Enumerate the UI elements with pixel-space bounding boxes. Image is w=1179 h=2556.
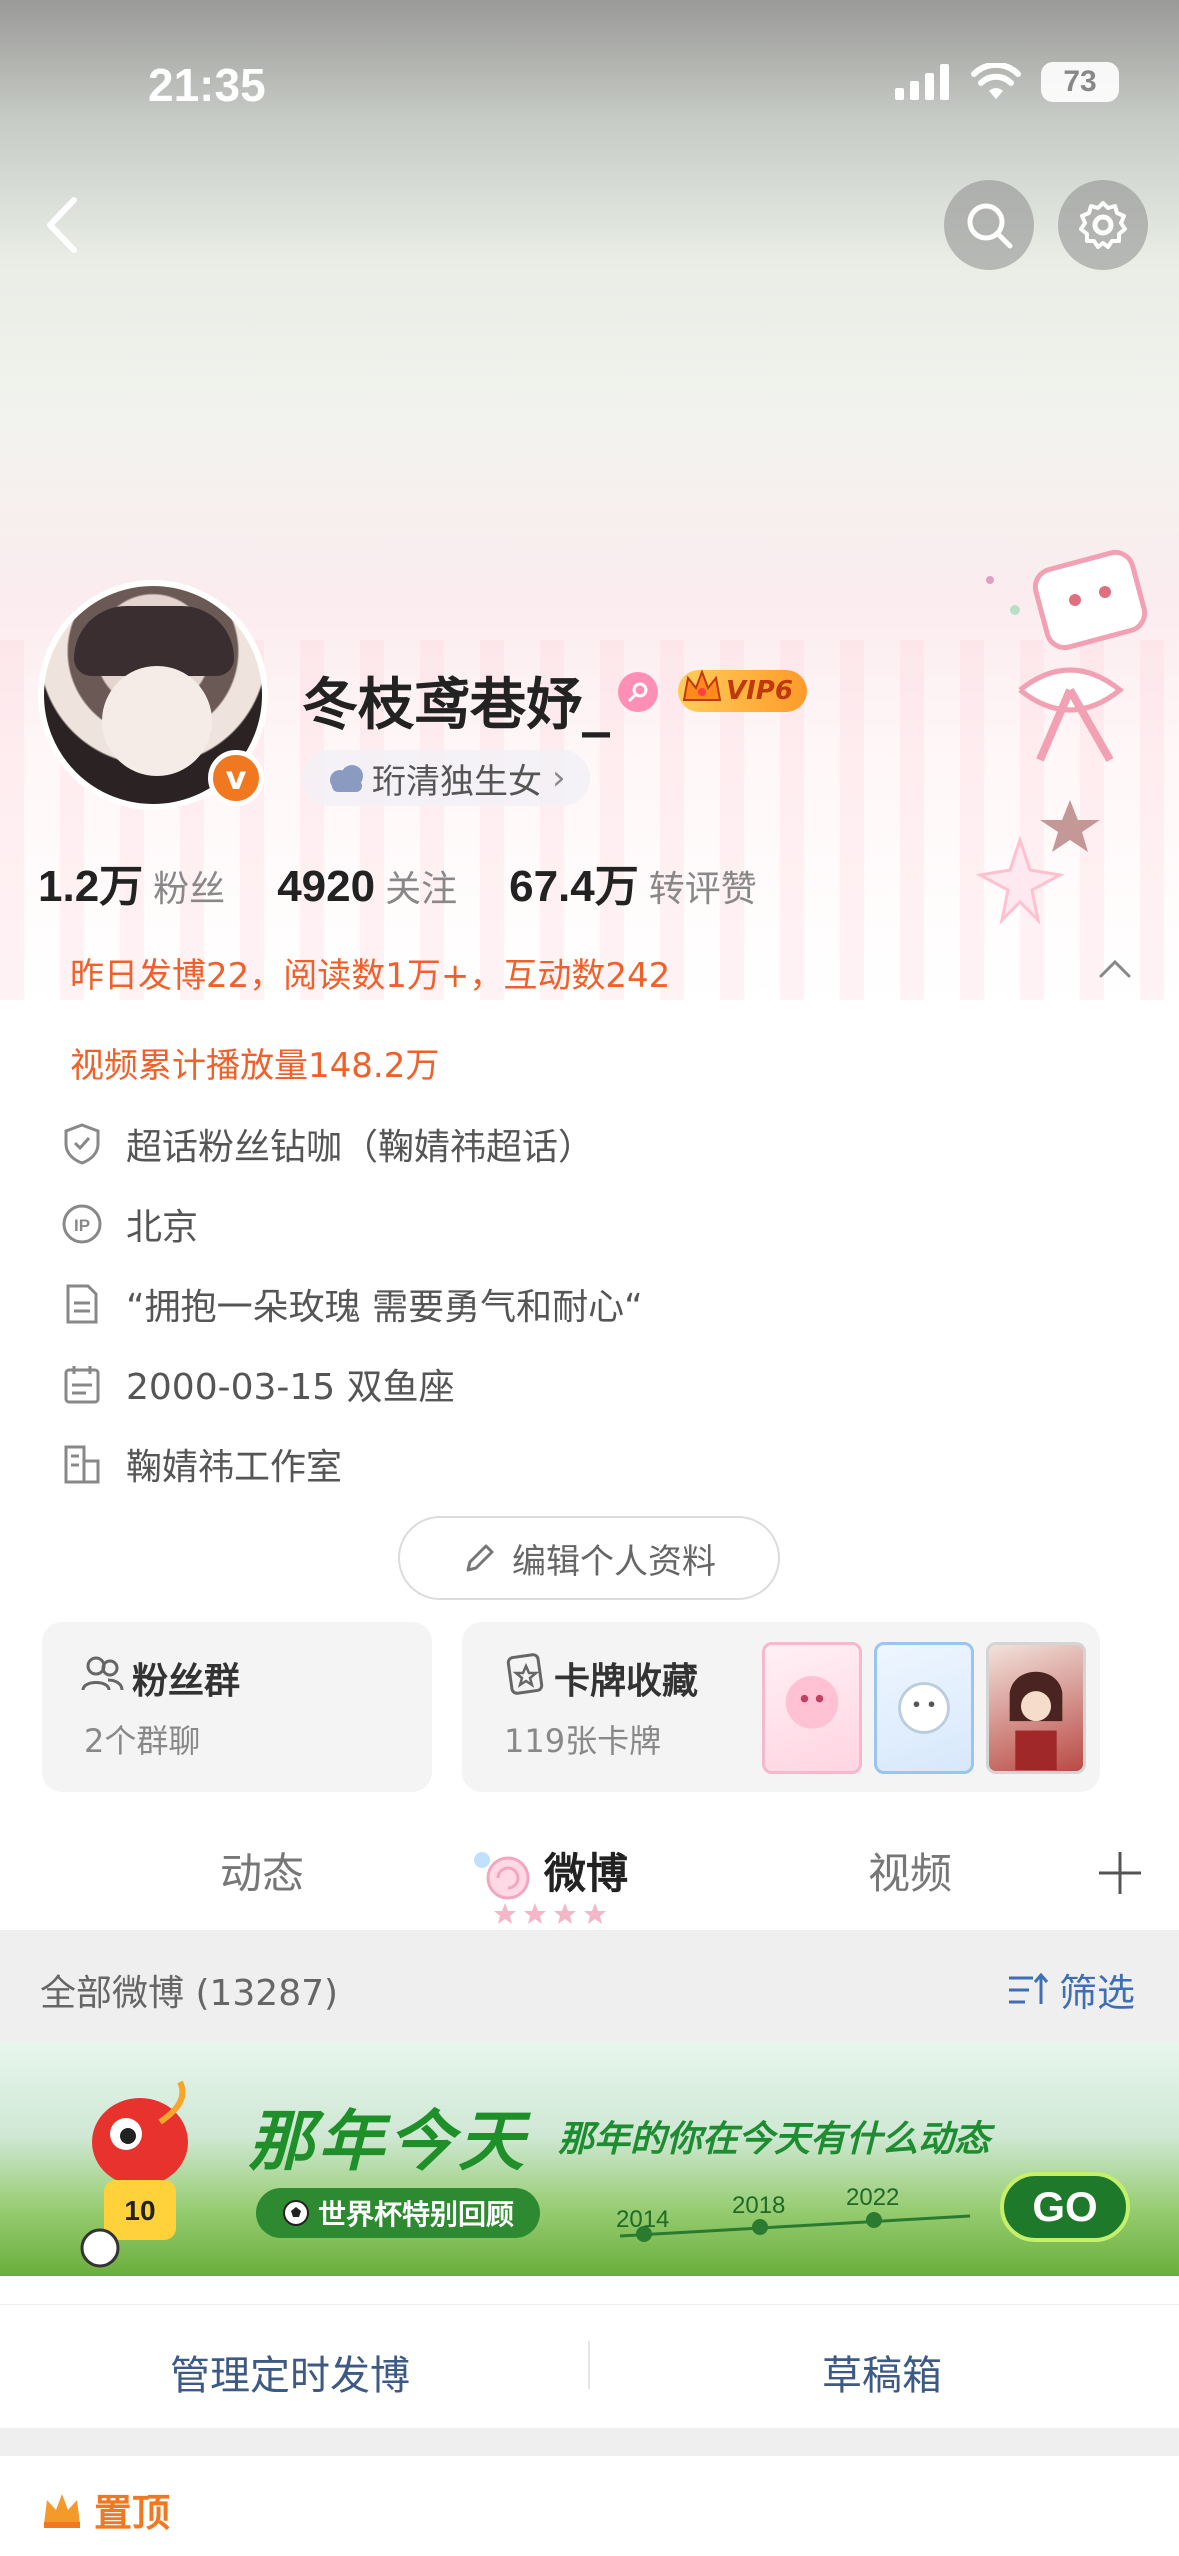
stat-following[interactable]: 4920 关注 [277,860,457,912]
stat-label: 关注 [385,869,458,910]
info-supertopic-text: 超话粉丝钻咖（鞠婧祎超话） [126,1127,595,1168]
banner-title: 那年今天 [248,2103,528,2180]
info-bio: “拥抱一朵玫瑰 需要勇气和耐心“ [60,1278,643,1330]
back-button[interactable] [30,190,100,260]
card-thumbnail-2[interactable] [874,1642,974,1774]
info-birthday-text: 2000-03-15 双鱼座 [126,1367,455,1408]
crown-icon [682,669,722,701]
search-icon [967,203,1013,249]
filter-icon [1008,1972,1049,2004]
all-weibo-count: 全部微博 (13287) [40,1973,339,2014]
top-nav [0,180,1179,270]
status-time: 21:35 [148,59,266,111]
card-thumbnail-3[interactable] [986,1642,1086,1774]
card-collection-sub: 119张卡牌 [504,1722,662,1760]
tab-weibo[interactable]: 微博 [544,1840,628,1901]
plus-icon[interactable] [1095,1848,1145,1898]
pencil-icon [466,1544,494,1572]
chevron-left-icon [47,197,77,253]
signal-icon [895,64,949,100]
card-collection-card[interactable]: 卡牌收藏 119张卡牌 [462,1622,1100,1792]
drafts-button[interactable]: 草稿箱 [822,2343,942,2401]
banner-subtitle: 那年的你在今天有什么动态 [558,2119,991,2160]
verified-icon: v [208,750,264,806]
calendar-icon [60,1362,104,1406]
stat-value: 1.2万 [38,862,144,911]
soccer-ball-icon [283,2200,309,2226]
cloud-icon [330,765,363,792]
document-icon [60,1282,104,1326]
banner-worldcup-pill: 世界杯特别回顾 [256,2188,541,2238]
building-icon [60,1442,104,1486]
section-gap [0,2428,1179,2456]
settings-button[interactable] [1058,180,1148,270]
card-star-icon [506,1653,544,1695]
summary-daily: 昨日发博22，阅读数1万+，互动数242 [70,956,671,996]
post-actions-bar: 管理定时发博 草稿箱 [0,2304,1179,2428]
profile-tabs: 动态 微博 视频 [0,1820,1179,1930]
search-button[interactable] [944,180,1034,270]
year-2022: 2022 [846,2184,900,2211]
divider [588,2341,590,2389]
stat-value: 4920 [277,862,376,911]
stat-followers[interactable]: 1.2万 粉丝 [38,850,225,914]
decoration-sticker [975,549,1148,925]
shield-icon [60,1122,104,1166]
pinned-label-row: 置顶 [40,2482,170,2537]
info-bio-text: “拥抱一朵玫瑰 需要勇气和耐心“ [126,1287,643,1328]
profile-tag-label: 珩清独生女 [372,761,542,802]
snail-icon [474,1852,530,1900]
crown-icon [44,2493,80,2528]
tab-dynamics[interactable]: 动态 [220,1840,304,1901]
info-company-text: 鞠婧祎工作室 [126,1447,343,1488]
card-thumbnail-1[interactable] [762,1642,862,1774]
info-company[interactable]: 鞠婧祎工作室 [60,1438,342,1490]
stats-row: 1.2万 粉丝 4920 关注 67.4万 转评赞 [38,850,809,914]
battery-indicator: 73 [1041,62,1119,102]
banner-pill-label: 世界杯特别回顾 [318,2198,515,2231]
filter-button[interactable]: 筛选 [1007,1962,1135,2017]
gear-icon [1079,201,1127,249]
wifi-icon [971,63,1021,99]
svg-text:10: 10 [124,2195,155,2226]
chevron-up-icon[interactable] [1093,948,1137,992]
year-2018: 2018 [732,2192,786,2219]
svg-text:IP: IP [74,1216,90,1235]
ip-icon: IP [60,1202,104,1246]
fans-group-title: 粉丝群 [132,1661,241,1702]
edit-profile-button[interactable]: 编辑个人资料 [398,1516,780,1600]
chevron-right-icon: › [552,758,566,798]
tab-video[interactable]: 视频 [868,1840,952,1901]
stat-label: 粉丝 [153,869,226,910]
on-this-day-banner[interactable]: 10 那年今天 那年的你在今天有什么动态 世界杯特别回顾 2014 2018 2… [0,2042,1179,2276]
info-ip-text: 北京 [126,1207,199,1248]
year-2014: 2014 [616,2206,670,2233]
female-icon [618,672,658,712]
summary-video: 视频累计播放量148.2万 [70,1046,440,1086]
filter-bar: 全部微博 (13287) 筛选 [0,1930,1179,2042]
fans-group-sub: 2个群聊 [84,1722,201,1760]
scheduled-posts-button[interactable]: 管理定时发博 [170,2343,410,2401]
username: 冬枝鸢巷妤_ [302,673,610,738]
vip-label: VIP6 [726,676,793,706]
go-button[interactable]: GO [1000,2172,1130,2242]
stat-likes[interactable]: 67.4万 转评赞 [509,850,757,914]
info-ip: IP 北京 [60,1198,198,1250]
group-icon [81,1656,124,1691]
stat-value: 67.4万 [509,862,639,911]
mascot-icon: 10 [80,2080,188,2268]
profile-tag[interactable]: 珩清独生女 › [302,750,590,806]
card-collection-title: 卡牌收藏 [554,1661,699,1702]
info-supertopic[interactable]: 超话粉丝钻咖（鞠婧祎超话） [60,1118,594,1170]
fans-group-card[interactable]: 粉丝群 2个群聊 [42,1622,432,1792]
tab-indicator-stars [494,1903,606,1924]
edit-profile-label: 编辑个人资料 [512,1541,716,1582]
pinned-label: 置顶 [94,2491,171,2535]
vip-badge[interactable]: VIP6 [678,669,807,712]
status-bar: 21:35 73 [0,0,1179,150]
filter-label: 筛选 [1058,1971,1135,2015]
stat-label: 转评赞 [648,869,757,910]
status-icons: 73 [895,62,1119,102]
info-birthday: 2000-03-15 双鱼座 [60,1358,455,1410]
